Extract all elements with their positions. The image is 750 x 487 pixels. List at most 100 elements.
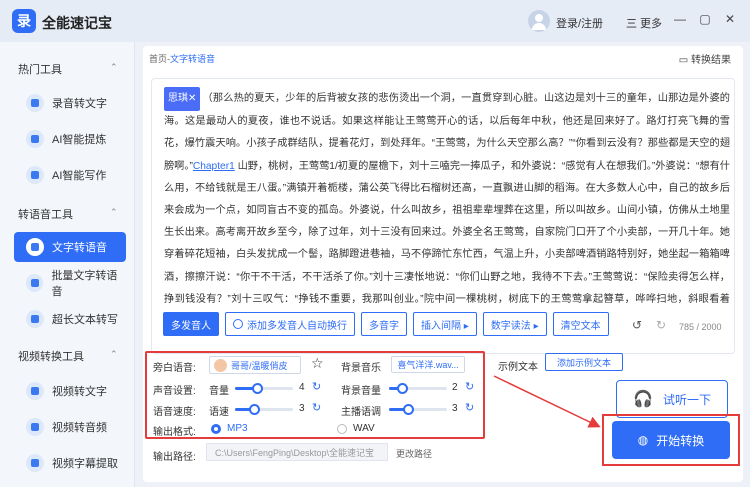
format-label: 输出格式: xyxy=(153,427,196,438)
volume-label: 音量 xyxy=(209,386,229,397)
more-menu-button[interactable]: 三 更多 xyxy=(626,15,662,31)
output-path-field[interactable]: C:\Users\FengPing\Desktop\全能速记宝 xyxy=(206,443,388,461)
long-text-icon xyxy=(26,310,44,328)
sidebar-item-label: 视频字幕提取 xyxy=(52,458,118,470)
sidebar-item-label: 录音转文字 xyxy=(52,98,107,110)
close-icon[interactable]: ✕ xyxy=(722,12,738,26)
insert-pause-button[interactable]: 插入间隔 ▸ xyxy=(413,312,477,336)
breadcrumb-home[interactable]: 首页- xyxy=(149,54,170,64)
app-title: 全能速记宝 xyxy=(42,15,112,31)
record-icon xyxy=(26,94,44,112)
maximize-icon[interactable]: ▢ xyxy=(697,12,713,26)
speed-value: 3 xyxy=(299,403,305,414)
editor-toolbar: 多发音人 添加多发音人自动换行 多音字 插入间隔 ▸ 数字读法 ▸ 清空文本 xyxy=(163,312,609,336)
star-icon[interactable]: ☆ xyxy=(311,355,324,372)
login-link[interactable]: 登录/注册 xyxy=(556,15,603,31)
digit-read-button[interactable]: 数字读法 ▸ xyxy=(482,312,547,336)
speaker-tag[interactable]: 思琪✕ xyxy=(164,87,201,112)
pitch-label: 主播语调 xyxy=(341,407,381,418)
reset-icon[interactable]: ↻ xyxy=(465,380,474,393)
add-auto-switch-label: 添加多发音人自动换行 xyxy=(247,320,347,332)
speed-knob[interactable] xyxy=(248,404,260,415)
format-wav-label[interactable]: WAV xyxy=(353,423,375,434)
bg-volume-slider[interactable] xyxy=(389,383,447,394)
sidebar-group-hot[interactable]: 热门工具 xyxy=(18,61,62,77)
batch-tts-icon xyxy=(26,274,44,292)
sidebar-item-long-text[interactable]: 超长文本转写 xyxy=(14,304,126,334)
sidebar-item-video-to-text[interactable]: 视频转文字 xyxy=(14,376,126,406)
output-path-label: 输出路径: xyxy=(153,452,196,463)
reset-icon[interactable]: ↻ xyxy=(312,380,321,393)
music-select[interactable]: 喜气洋洋.wav... xyxy=(391,356,465,373)
sidebar-item-label: 视频转文字 xyxy=(52,386,107,398)
clear-text-button[interactable]: 清空文本 xyxy=(552,312,609,336)
editor-text[interactable]: 思琪✕ （那么热的夏天，少年的后背被女孩的悲伤烫出一个洞，一直贯穿到心脏。山这边是… xyxy=(164,87,730,313)
change-path-link[interactable]: 更改路径 xyxy=(396,447,432,460)
add-example-button[interactable]: 添加示例文本 xyxy=(545,353,623,371)
sidebar-item-label: 视频转音频 xyxy=(52,422,107,434)
subtitle-icon xyxy=(26,454,44,472)
video-text-icon xyxy=(26,382,44,400)
sidebar-item-label: AI智能写作 xyxy=(52,170,107,182)
chevron-up-icon[interactable]: ⌃ xyxy=(110,207,118,218)
example-text-label: 示例文本 xyxy=(498,362,538,373)
circle-icon xyxy=(233,319,243,329)
redo-icon[interactable]: ↻ xyxy=(656,318,666,332)
speed-slider[interactable] xyxy=(235,404,293,415)
tts-icon xyxy=(26,238,44,256)
annotation-arrow xyxy=(493,375,601,428)
ai-extract-icon xyxy=(26,130,44,148)
voice-settings-panel: 旁白语音: 哥哥/温暖俏皮 ☆ 背景音乐 喜气洋洋.wav... 声音设置: 音… xyxy=(145,351,485,439)
reset-icon[interactable]: ↻ xyxy=(465,401,474,414)
ai-write-icon xyxy=(26,166,44,184)
folder-icon: ▭ xyxy=(678,55,689,66)
headphones-icon: 🎧 xyxy=(633,391,653,408)
start-convert-button[interactable]: ◍ 开始转换 xyxy=(612,421,730,459)
convert-result-button[interactable]: ▭ 转换结果 xyxy=(679,51,731,66)
editor-text-part-2: 山野，桃树，王莺莺1/初夏的屋檐下，刘十三嗑完一捧瓜子，和外婆说：“感觉有人在想… xyxy=(164,160,730,305)
minimize-icon[interactable]: — xyxy=(672,12,688,26)
breadcrumb-current: 文字转语音 xyxy=(170,54,216,64)
sidebar-item-record-to-text[interactable]: 录音转文字 xyxy=(14,88,126,118)
sidebar-item-label: 批量文字转语音 xyxy=(51,270,118,298)
convert-result-label: 转换结果 xyxy=(691,55,731,66)
speed-label: 语速 xyxy=(209,407,229,418)
add-auto-switch-button[interactable]: 添加多发音人自动换行 xyxy=(225,312,355,336)
sidebar-item-ai-extract[interactable]: AI智能提炼 xyxy=(14,124,126,154)
listen-button[interactable]: 🎧 试听一下 xyxy=(616,380,728,418)
format-mp3-label[interactable]: MP3 xyxy=(227,423,248,434)
format-wav-radio[interactable] xyxy=(337,424,347,434)
breadcrumb: 首页-文字转语音 xyxy=(149,52,215,65)
sidebar: 热门工具 ⌃ 录音转文字 AI智能提炼 AI智能写作 转语音工具 ⌃ 文字转语音… xyxy=(0,42,135,487)
chapter-marker[interactable]: Chapter1 xyxy=(193,161,235,172)
polyphonic-button[interactable]: 多音字 xyxy=(361,312,407,336)
user-avatar-icon[interactable] xyxy=(528,10,550,32)
sidebar-item-subtitle-extract[interactable]: 视频字幕提取 xyxy=(14,448,126,478)
pitch-knob[interactable] xyxy=(402,404,414,415)
pitch-slider[interactable] xyxy=(389,404,447,415)
sidebar-group-tts[interactable]: 转语音工具 xyxy=(18,206,73,222)
video-audio-icon xyxy=(26,418,44,436)
chevron-up-icon[interactable]: ⌃ xyxy=(110,349,118,360)
title-bar: 录 全能速记宝 登录/注册 三 更多 — ▢ ✕ xyxy=(0,0,750,42)
sidebar-item-label: 超长文本转写 xyxy=(52,314,118,326)
sidebar-item-text-to-speech[interactable]: 文字转语音 xyxy=(14,232,126,262)
chevron-up-icon[interactable]: ⌃ xyxy=(110,62,118,73)
voice-label: 旁白语音: xyxy=(153,363,196,374)
multi-speaker-button[interactable]: 多发音人 xyxy=(163,312,219,336)
sidebar-item-batch-tts[interactable]: 批量文字转语音 xyxy=(14,268,126,298)
sidebar-item-video-to-audio[interactable]: 视频转音频 xyxy=(14,412,126,442)
char-counter: 785 / 2000 xyxy=(679,322,722,332)
volume-slider[interactable] xyxy=(235,383,293,394)
voice-select[interactable]: 哥哥/温暖俏皮 xyxy=(209,356,301,374)
undo-icon[interactable]: ↺ xyxy=(632,318,642,332)
sidebar-item-ai-write[interactable]: AI智能写作 xyxy=(14,160,126,190)
volume-knob[interactable] xyxy=(252,383,264,394)
volume-value: 4 xyxy=(299,382,305,393)
sound-setting-label: 声音设置: xyxy=(153,386,196,397)
format-mp3-radio[interactable] xyxy=(211,424,221,434)
bg-volume-knob[interactable] xyxy=(396,383,408,394)
reset-icon[interactable]: ↻ xyxy=(312,401,321,414)
sidebar-group-video[interactable]: 视频转换工具 xyxy=(18,348,84,364)
bg-volume-value: 2 xyxy=(452,382,458,393)
